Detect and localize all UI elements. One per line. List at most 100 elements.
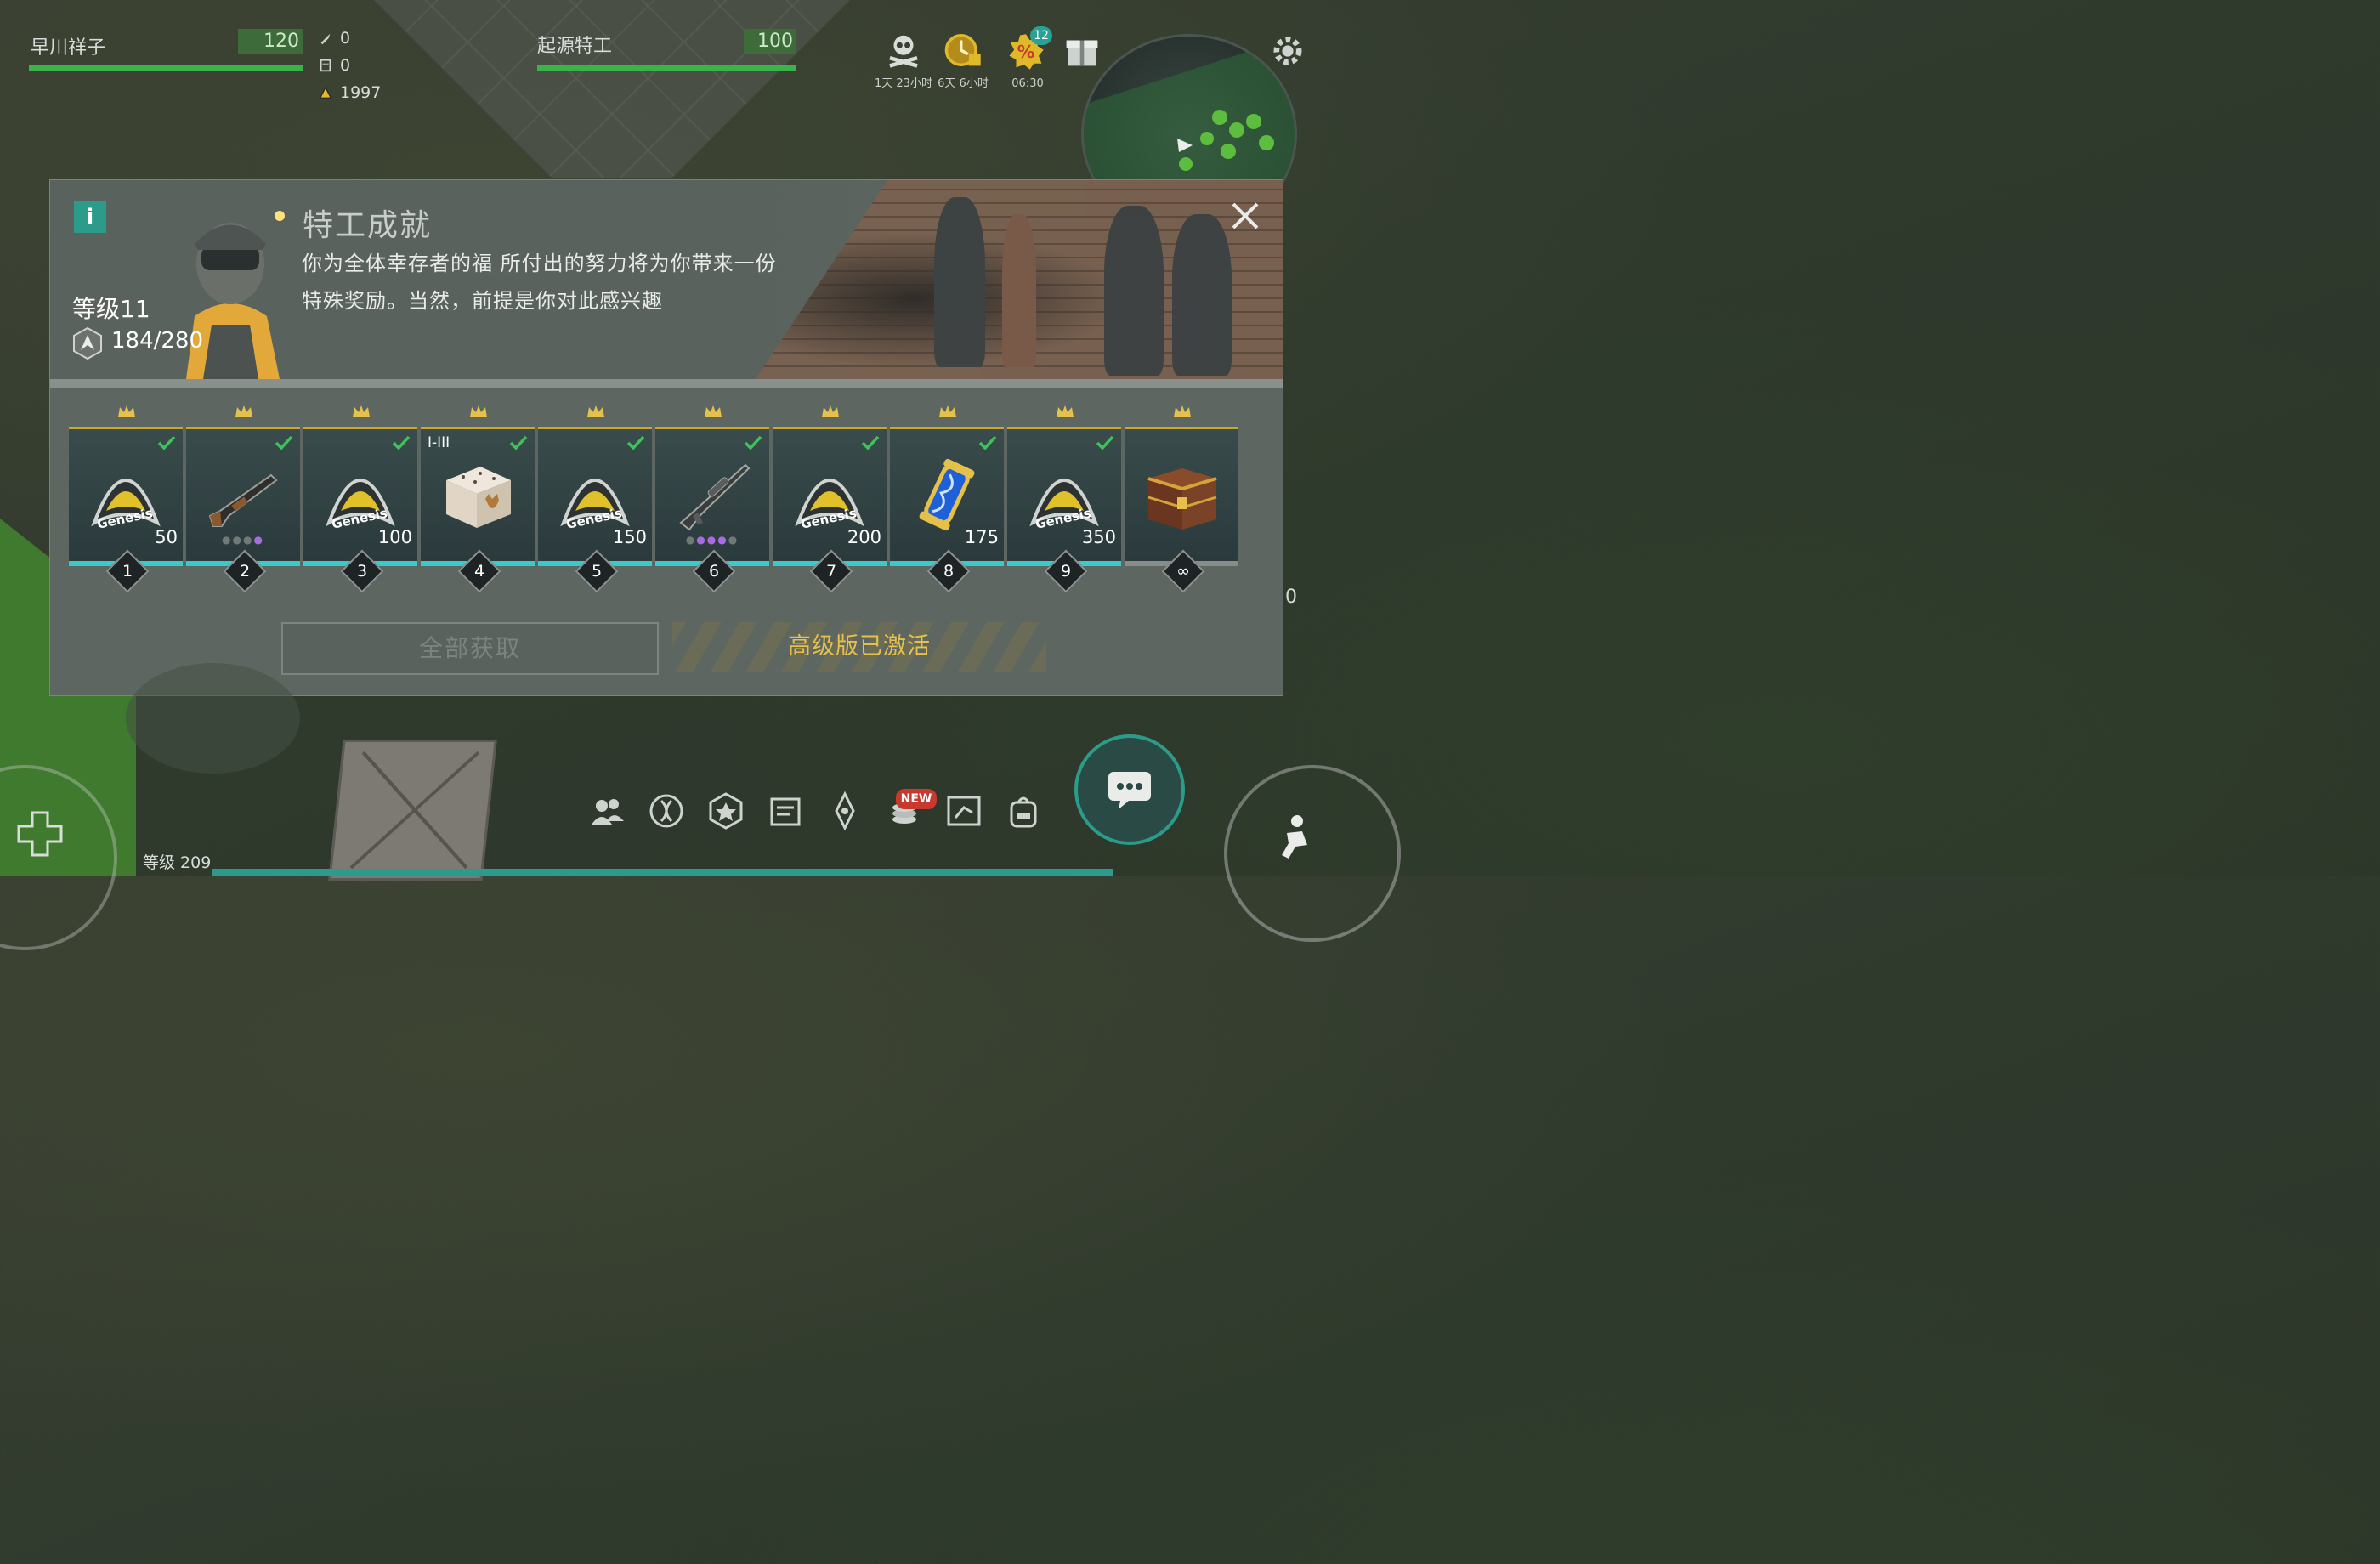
heal-plus-icon[interactable] xyxy=(15,809,65,858)
reward-card[interactable]: I-III 4 xyxy=(421,405,535,593)
genesis-patch-icon: Genesis xyxy=(326,479,395,532)
compass-icon[interactable] xyxy=(824,790,865,831)
resource-genesis: 1997 xyxy=(318,83,381,102)
crown-icon xyxy=(1174,405,1191,417)
note-icon xyxy=(320,59,332,72)
reward-card[interactable]: ●●●●● 6 xyxy=(655,405,769,593)
crown-icon xyxy=(118,405,135,417)
genesis-patch-icon: Genesis xyxy=(1029,479,1099,532)
reward-card[interactable]: ∞ xyxy=(1125,405,1238,593)
svg-text:%: % xyxy=(1017,42,1035,62)
resource-notes: 0 xyxy=(318,56,350,75)
gear-icon xyxy=(1273,37,1302,65)
reward-number: 1 xyxy=(105,549,150,593)
tier-label: I-III xyxy=(428,434,450,451)
rocket-icon xyxy=(320,33,331,45)
reward-amount: 150 xyxy=(612,527,647,547)
check-icon xyxy=(509,435,528,450)
chat-button[interactable] xyxy=(1074,734,1185,845)
shotgun-icon xyxy=(208,473,278,527)
crouch-action-ring[interactable] xyxy=(1224,765,1401,942)
player-level: 等级 209 xyxy=(143,853,212,872)
player-name: 早川祥子 xyxy=(31,37,106,59)
coin-clock-timer: 6天 6小时 xyxy=(938,77,989,90)
gift-button[interactable] xyxy=(1062,31,1102,73)
panel-description: 你为全体幸存者的福 所付出的努力将为你带来一份 特殊奖励。当然，前提是你对此感兴… xyxy=(302,245,888,320)
sniper-rifle-icon xyxy=(679,463,751,531)
reward-number: 5 xyxy=(575,549,619,593)
reward-number: 7 xyxy=(809,549,853,593)
check-icon xyxy=(861,435,880,450)
new-badge: NEW xyxy=(896,789,937,809)
reward-amount: 175 xyxy=(964,527,999,547)
reward-card[interactable]: Genesis 100 3 xyxy=(303,405,417,593)
map-icon[interactable] xyxy=(944,790,984,831)
check-icon xyxy=(626,435,645,450)
reward-card[interactable]: 175 8 xyxy=(890,405,1004,593)
check-icon xyxy=(978,435,997,450)
target-hp-value: 100 xyxy=(744,29,796,54)
reward-track: Genesis 50 1 ●●●● 2 Genesis 100 3 I-III … xyxy=(69,405,1259,593)
reward-number: 4 xyxy=(457,549,502,593)
skull-icon xyxy=(889,35,918,68)
bottom-toolbar xyxy=(586,790,1044,831)
reward-card[interactable]: Genesis 350 9 xyxy=(1007,405,1121,593)
reward-number: 2 xyxy=(223,549,267,593)
chat-bubble-icon xyxy=(1108,772,1151,809)
reward-card[interactable]: Genesis 150 5 xyxy=(538,405,652,593)
reward-amount: 50 xyxy=(155,527,178,547)
close-button[interactable] xyxy=(1228,199,1262,233)
agent-xp: 184/280 xyxy=(111,328,204,354)
crown-icon xyxy=(939,405,956,417)
backpack-icon[interactable] xyxy=(1003,790,1044,831)
crown-icon xyxy=(235,405,252,417)
check-icon xyxy=(1096,435,1114,450)
scene-crate xyxy=(328,740,497,881)
crown-icon xyxy=(1057,405,1074,417)
friends-icon[interactable] xyxy=(586,790,627,831)
discount-timer: 06:30 xyxy=(1012,77,1044,90)
bottom-progress-strip xyxy=(212,869,1114,876)
treasure-chest-icon xyxy=(1148,468,1217,530)
rarity-dots: ●●●● xyxy=(222,534,264,546)
offer-count-badge: 12 xyxy=(1030,26,1052,45)
settings-button[interactable] xyxy=(1269,32,1306,70)
movement-joystick[interactable] xyxy=(126,663,300,774)
reward-number: 6 xyxy=(692,549,736,593)
tasks-board-icon[interactable] xyxy=(765,790,806,831)
description-line: 特殊奖励。当然，前提是你对此感兴趣 xyxy=(302,289,663,313)
reward-card[interactable]: ●●●● 2 xyxy=(186,405,300,593)
header-divider xyxy=(50,379,1283,388)
reward-number: 9 xyxy=(1044,549,1088,593)
reward-card[interactable]: Genesis 200 7 xyxy=(773,405,887,593)
crown-icon xyxy=(353,405,370,417)
player-health-bar xyxy=(29,65,303,71)
reward-card[interactable]: Genesis 50 1 xyxy=(69,405,183,593)
genesis-patch-icon: Genesis xyxy=(91,479,161,532)
skull-event-timer: 1天 23小时 xyxy=(875,77,932,90)
rarity-dots: ●●●●● xyxy=(685,534,740,546)
dna-capsule-icon xyxy=(919,458,975,531)
check-icon xyxy=(157,435,176,450)
claim-all-button[interactable]: 全部获取 xyxy=(281,622,659,675)
reward-number: 3 xyxy=(340,549,384,593)
dna-lab-icon[interactable] xyxy=(646,790,687,831)
description-line: 你为全体幸存者的福 所付出的努力将为你带来一份 xyxy=(302,252,777,275)
player-hp-value: 120 xyxy=(238,29,303,54)
coin-clock-button[interactable] xyxy=(944,31,983,73)
skull-event-button[interactable] xyxy=(884,31,923,73)
gift-icon xyxy=(1066,40,1098,66)
crown-icon xyxy=(705,405,722,417)
cat-crate-icon xyxy=(446,467,511,528)
resource-value: 0 xyxy=(340,56,351,75)
target-name: 起源特工 xyxy=(537,36,613,57)
clan-badge-icon[interactable] xyxy=(706,790,746,831)
premium-status: 高级版已激活 xyxy=(672,622,1046,672)
crouch-icon xyxy=(1282,815,1307,858)
resource-value: 0 xyxy=(340,29,351,48)
agent-level: 等级11 xyxy=(72,295,150,323)
reward-amount: 200 xyxy=(847,527,881,547)
reward-number: ∞ xyxy=(1161,549,1205,593)
info-button[interactable]: i xyxy=(74,201,106,233)
genesis-patch-icon: Genesis xyxy=(560,479,630,532)
